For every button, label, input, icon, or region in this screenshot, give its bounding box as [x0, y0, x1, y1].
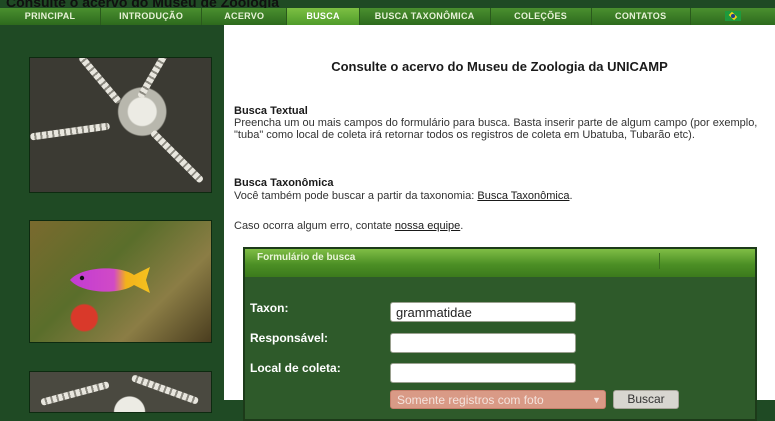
header-divider [659, 253, 660, 269]
taxon-label: Taxon: [250, 301, 289, 315]
taxonomic-text: Você também pode buscar a partir da taxo… [234, 190, 478, 202]
textual-search-description: Preencha um ou mais campos do formulário… [234, 117, 758, 141]
local-label: Local de coleta: [250, 361, 341, 375]
error-contact-text: Caso ocorra algum erro, contate nossa eq… [234, 220, 766, 232]
fish-shape [70, 267, 150, 293]
taxonomic-search-link[interactable]: Busca Taxonômica [477, 190, 569, 202]
taxonomic-search-heading: Busca Taxonômica [234, 177, 334, 189]
nav-item-introducao[interactable]: INTRODUÇÃO [101, 8, 203, 25]
nav-item-colecoes[interactable]: COLEÇÕES [491, 8, 592, 25]
nav-item-busca[interactable]: BUSCA [287, 8, 360, 25]
nav-item-principal[interactable]: PRINCIPAL [0, 8, 102, 25]
brittle-star-photo [29, 57, 212, 193]
fish-on-reef-photo [29, 220, 212, 343]
main-nav: PRINCIPAL INTRODUÇÃO ACERVO BUSCA BUSCA … [0, 8, 775, 25]
brazil-flag-icon [724, 10, 741, 21]
main-content: Consulte o acervo do Museu de Zoologia d… [224, 25, 775, 421]
form-header: Formulário de busca [245, 249, 755, 277]
chevron-down-icon: ▼ [592, 395, 601, 405]
taxonomic-suffix: . [569, 190, 573, 202]
main-title: Consulte o acervo do Museu de Zoologia d… [331, 59, 668, 74]
photo-filter-value: Somente registros com foto [397, 393, 544, 407]
taxon-input[interactable] [390, 302, 576, 322]
responsavel-input[interactable] [390, 333, 576, 353]
nav-item-language[interactable] [691, 8, 775, 25]
responsavel-label: Responsável: [250, 331, 329, 345]
nav-item-contatos[interactable]: CONTATOS [592, 8, 691, 25]
nav-item-busca-taxonomica[interactable]: BUSCA TAXONÔMICA [360, 8, 491, 25]
sidebar [0, 25, 224, 413]
textual-search-heading: Busca Textual [234, 105, 308, 117]
nav-item-acervo[interactable]: ACERVO [202, 8, 288, 25]
local-coleta-input[interactable] [390, 363, 576, 383]
error-suffix: . [460, 220, 464, 232]
team-contact-link[interactable]: nossa equipe [395, 220, 460, 232]
taxonomic-search-description: Você também pode buscar a partir da taxo… [234, 190, 766, 202]
error-text: Caso ocorra algum erro, contate [234, 220, 395, 232]
brittle-star-photo-2 [29, 371, 212, 413]
search-form: Formulário de busca Taxon: Responsável: … [243, 247, 757, 421]
